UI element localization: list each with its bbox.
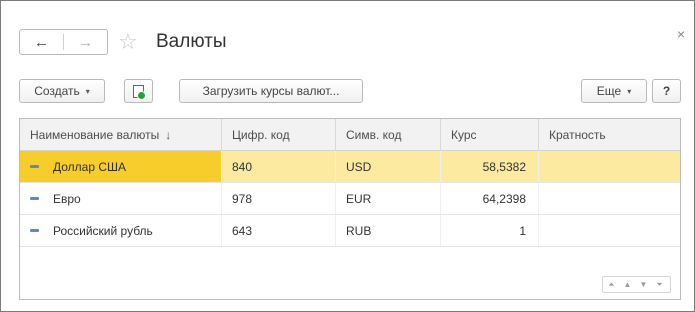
help-button[interactable]: ?: [652, 79, 681, 103]
cell-symbol-code: USD: [336, 151, 441, 182]
document-add-icon: [133, 84, 146, 100]
item-icon: [30, 229, 39, 232]
cell-multiplicity: [539, 151, 680, 182]
cell-rate: 58,5382: [441, 151, 539, 182]
scroll-down-icon: ▼: [639, 280, 648, 289]
scroll-first-button[interactable]: ⏶: [604, 276, 619, 293]
currencies-table: Наименование валюты ↓ Цифр. код Симв. ко…: [19, 118, 681, 300]
cell-text: Доллар США: [53, 159, 127, 174]
cell-text: Российский рубль: [53, 223, 153, 238]
cell-digital-code: 643: [222, 215, 336, 246]
cell-multiplicity: [539, 183, 680, 214]
cell-digital-code: 840: [222, 151, 336, 182]
close-icon[interactable]: ×: [677, 26, 685, 42]
column-header-multiplicity[interactable]: Кратность: [539, 119, 680, 151]
column-header-name[interactable]: Наименование валюты ↓: [20, 119, 222, 151]
cell-multiplicity: [539, 215, 680, 246]
scroll-top-icon: ⏶: [608, 279, 615, 289]
scroll-up-button[interactable]: ▲: [620, 276, 635, 293]
scroll-bottom-icon: ⏷: [656, 279, 663, 289]
cell-rate: 1: [441, 215, 539, 246]
column-header-label: Цифр. код: [232, 128, 290, 142]
more-button-label: Еще: [596, 84, 622, 98]
table-row[interactable]: Доллар США 840 USD 58,5382: [20, 151, 680, 183]
help-icon: ?: [662, 84, 671, 98]
item-icon: [30, 197, 39, 200]
chevron-down-icon: ▾: [627, 86, 632, 96]
scroll-down-button[interactable]: ▼: [636, 276, 651, 293]
more-button[interactable]: Еще ▾: [581, 79, 647, 103]
cell-name: Российский рубль: [20, 215, 222, 246]
cell-symbol-code: RUB: [336, 215, 441, 246]
back-button[interactable]: ←: [20, 30, 63, 54]
sort-down-icon: ↓: [165, 128, 172, 142]
table-header: Наименование валюты ↓ Цифр. код Симв. ко…: [20, 119, 680, 151]
load-rates-button[interactable]: Загрузить курсы валют...: [179, 79, 363, 103]
favorite-star-icon[interactable]: ☆: [118, 29, 138, 55]
chevron-down-icon: ▾: [85, 86, 90, 96]
cell-name: Доллар США: [20, 151, 222, 182]
column-header-label: Симв. код: [346, 128, 402, 142]
table-row[interactable]: Российский рубль 643 RUB 1: [20, 215, 680, 247]
column-header-digital-code[interactable]: Цифр. код: [222, 119, 336, 151]
create-button-label: Создать: [34, 84, 80, 98]
forward-button[interactable]: →: [64, 30, 107, 54]
column-header-label: Курс: [451, 128, 477, 142]
cell-symbol-code: EUR: [336, 183, 441, 214]
cell-digital-code: 978: [222, 183, 336, 214]
create-from-template-button[interactable]: [124, 79, 153, 103]
arrow-left-icon: ←: [34, 33, 49, 51]
item-icon: [30, 165, 39, 168]
column-header-rate[interactable]: Курс: [441, 119, 539, 151]
column-header-label: Наименование валюты: [30, 128, 160, 142]
page-title: Валюты: [156, 31, 227, 52]
scroll-last-button[interactable]: ⏷: [652, 276, 667, 293]
scroll-up-icon: ▲: [623, 280, 632, 289]
column-header-label: Кратность: [549, 128, 606, 142]
cell-rate: 64,2398: [441, 183, 539, 214]
column-header-symbol-code[interactable]: Симв. код: [336, 119, 441, 151]
create-button[interactable]: Создать ▾: [19, 79, 105, 103]
currencies-window: ← → ☆ Валюты × Создать ▾ Загрузить курсы…: [0, 0, 695, 312]
arrow-right-icon: →: [78, 33, 93, 51]
nav-buttons: ← →: [19, 29, 108, 55]
cell-name: Евро: [20, 183, 222, 214]
cell-text: Евро: [53, 191, 81, 206]
table-row[interactable]: Евро 978 EUR 64,2398: [20, 183, 680, 215]
load-rates-label: Загрузить курсы валют...: [202, 84, 340, 98]
